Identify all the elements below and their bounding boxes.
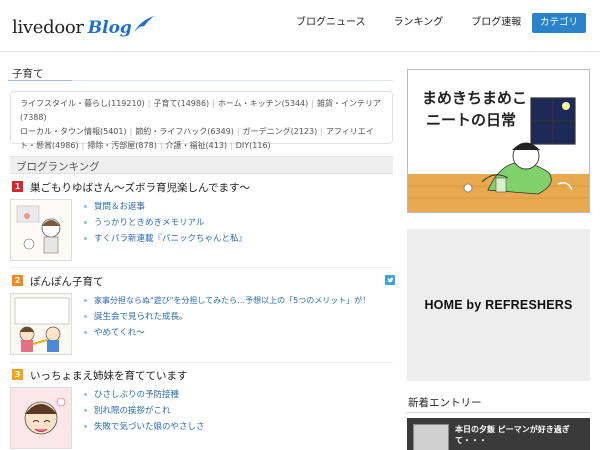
rank-divider — [10, 362, 393, 363]
refreshers-ad-text: HOME by REFRESHERS — [424, 298, 573, 312]
blog-promo-banner[interactable]: まめきちまめこ ニートの日常 — [407, 69, 590, 213]
thumbnail-illustration — [11, 294, 71, 354]
article-link[interactable]: うっかりときめきメモリアル — [84, 214, 247, 230]
article-title: ひさしぶりの予防接種 — [94, 390, 180, 400]
category-link[interactable]: ガーデニング(2123) — [243, 127, 318, 136]
rank-blog-title[interactable]: 巣ごもりゆばさん〜ズボラ育児楽しんでます〜 — [30, 180, 250, 195]
bullet-icon — [84, 204, 87, 208]
thumbnail-illustration — [11, 388, 71, 448]
article-link[interactable]: ひさしぶりの予防接種 — [84, 386, 205, 402]
rank-badge: 1 — [12, 181, 23, 192]
blog-thumbnail[interactable] — [10, 199, 72, 261]
bullet-icon — [84, 392, 87, 396]
new-entry-card[interactable]: 本日の夕飯 ピーマンが好き過ぎて・・・ — [407, 418, 590, 450]
rank-divider — [10, 267, 393, 268]
category-link[interactable]: ライフスタイル・暮らし(119210) — [20, 99, 145, 108]
banner-title-line1: まめきちまめこ — [422, 89, 527, 107]
banner-title-line2: ニートの日常 — [426, 111, 516, 129]
nav-ranking[interactable]: ランキング — [394, 13, 444, 33]
blog-thumbnail[interactable] — [10, 387, 72, 449]
rank-article-list: 家事分担ならぬ"遊び"を分担してみたら…予想以上の「5つのメリット」が！ 誕生会… — [84, 292, 370, 340]
rank-badge: 2 — [12, 275, 23, 286]
article-link[interactable]: 失敗で気づいた娘のやさしさ — [84, 418, 205, 434]
category-link[interactable]: DIY(116) — [236, 141, 271, 150]
category-link[interactable]: 掃除・汚部屋(878) — [87, 141, 157, 150]
category-link[interactable]: 介護・福祉(413) — [166, 141, 228, 150]
category-link[interactable]: 子育て(14986) — [153, 99, 209, 108]
rank-article-list: ひさしぶりの予防接種 別れ際の挨拶がこれ 失敗で気づいた娘のやさしさ — [84, 386, 205, 434]
article-link[interactable]: 別れ際の挨拶がこれ — [84, 402, 205, 418]
article-title: すくパラ新連載『パニックちゃんと私』 — [94, 234, 248, 244]
logo-livedoor-text: livedoor — [12, 17, 84, 38]
rank-badge: 3 — [12, 369, 23, 380]
twitter-icon[interactable] — [385, 275, 395, 285]
header-nav: ブログニュース ランキング ブログ速報 カテゴリ — [296, 13, 586, 33]
bullet-icon — [84, 408, 87, 412]
category-section-title: 子育て — [12, 68, 44, 80]
bullet-icon — [84, 314, 87, 318]
bullet-icon — [84, 236, 87, 240]
article-title: やめてくれ〜 — [94, 328, 145, 338]
article-link[interactable]: 質問＆お返事 — [84, 198, 247, 214]
article-title: 失敗で気づいた娘のやさしさ — [94, 422, 205, 432]
article-link[interactable]: やめてくれ〜 — [84, 324, 370, 340]
rank-blog-title[interactable]: ぽんぽん子育て — [30, 274, 104, 289]
article-title: うっかりときめきメモリアル — [94, 218, 205, 228]
article-title: 家事分担ならぬ"遊び"を分担してみたら…予想以上の「5つのメリット」が！ — [94, 295, 371, 305]
bullet-icon — [84, 298, 87, 302]
ranking-header: ブログランキング — [10, 156, 393, 174]
rank-article-list: 質問＆お返事 うっかりときめきメモリアル すくパラ新連載『パニックちゃんと私』 — [84, 198, 247, 246]
bullet-icon — [84, 424, 87, 428]
bullet-icon — [84, 330, 87, 334]
article-title: 別れ際の挨拶がこれ — [94, 406, 171, 416]
rank-blog-title[interactable]: いっちょまえ姉妹を育てています — [30, 368, 188, 383]
thumbnail-illustration — [11, 200, 71, 260]
category-link[interactable]: 節約・ライフハック(6349) — [135, 127, 234, 136]
new-entry-title: 本日の夕飯 ピーマンが好き過ぎて・・・ — [455, 425, 570, 445]
logo-blog-text: Blog — [87, 18, 132, 38]
article-title: 誕生会で見られた成長。 — [94, 312, 188, 322]
site-header: livedoor Blog ブログニュース ランキング ブログ速報 カテゴリ — [0, 0, 600, 52]
new-entries-title: 新着エントリー — [408, 397, 482, 409]
nav-blog-flash[interactable]: ブログ速報 — [471, 13, 521, 33]
new-entries-rule — [406, 412, 590, 413]
refreshers-ad[interactable]: HOME by REFRESHERS — [407, 229, 590, 381]
article-link[interactable]: 家事分担ならぬ"遊び"を分担してみたら…予想以上の「5つのメリット」が！ — [84, 292, 370, 308]
nav-blog-news[interactable]: ブログニュース — [296, 13, 366, 33]
banner-illustration: まめきちまめこ ニートの日常 — [408, 70, 589, 212]
blog-thumbnail[interactable] — [10, 293, 72, 355]
category-link[interactable]: ローカル・タウン情報(5401) — [20, 127, 127, 136]
bullet-icon — [84, 220, 87, 224]
category-links-box: ライフスタイル・暮らし(119210) | 子育て(14986) | ホーム・キッチン(… — [10, 91, 393, 150]
article-title: 質問＆お返事 — [94, 202, 146, 212]
ranking-title: ブログランキング — [16, 161, 100, 173]
wing-icon — [133, 16, 154, 32]
new-entry-thumbnail — [413, 424, 449, 450]
category-title-accent — [8, 80, 72, 81]
livedoor-blog-logo[interactable]: livedoor Blog — [12, 12, 155, 38]
article-link[interactable]: 誕生会で見られた成長。 — [84, 308, 370, 324]
article-link[interactable]: すくパラ新連載『パニックちゃんと私』 — [84, 230, 247, 246]
category-button[interactable]: カテゴリ — [532, 13, 586, 33]
category-link[interactable]: ホーム・キッチン(5344) — [218, 99, 308, 108]
